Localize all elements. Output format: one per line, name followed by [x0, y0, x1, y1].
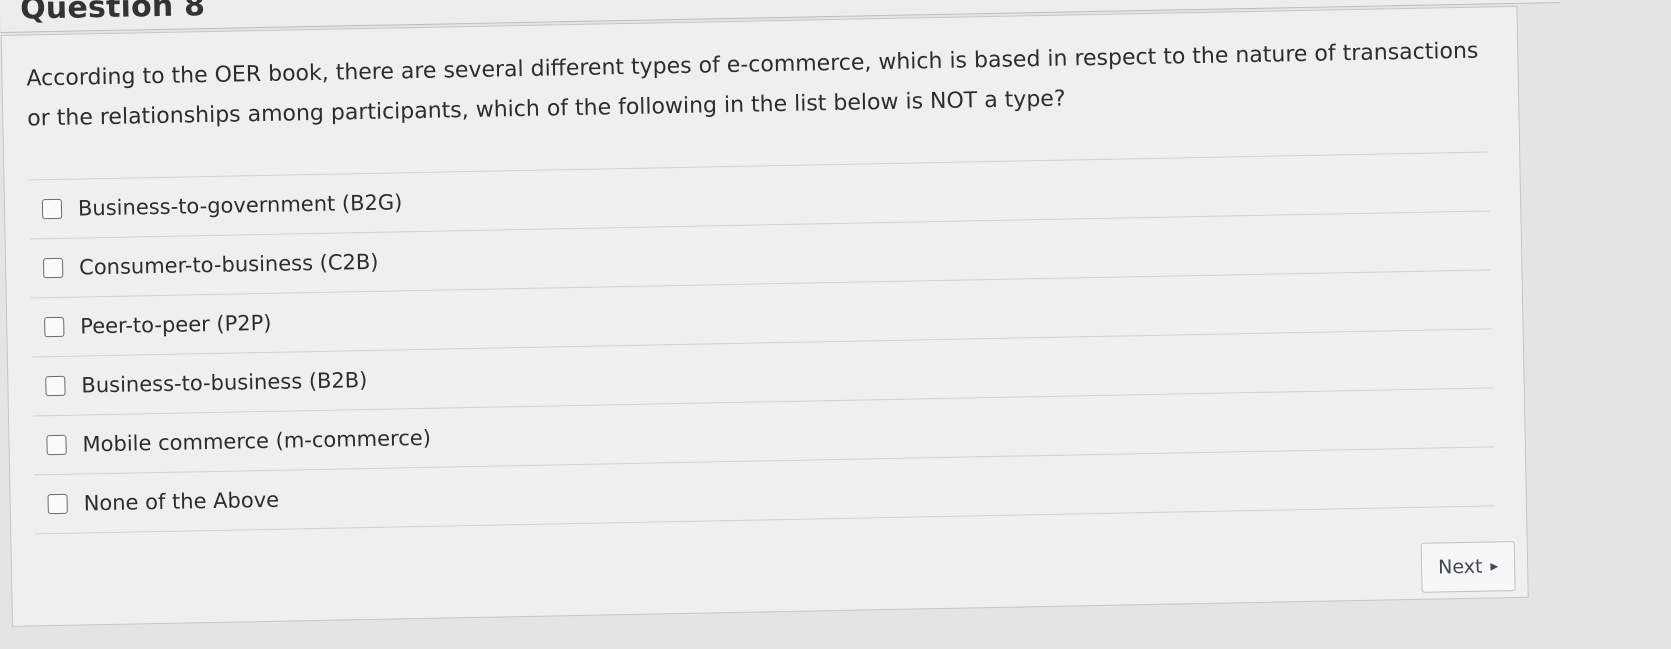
- checkbox[interactable]: [44, 316, 65, 338]
- answer-label: Consumer-to-business (C2B): [78, 249, 379, 280]
- question-title: Question 8: [19, 0, 206, 27]
- answer-list: Business-to-government (B2G) Consumer-to…: [28, 151, 1495, 535]
- next-label: Next: [1437, 555, 1483, 579]
- checkbox[interactable]: [42, 257, 64, 279]
- next-button[interactable]: Next ▶: [1420, 541, 1516, 593]
- answer-label: Peer-to-peer (P2P): [80, 310, 272, 339]
- answer-label: Mobile commerce (m-commerce): [82, 425, 432, 457]
- checkbox[interactable]: [41, 198, 63, 220]
- answer-label: Business-to-government (B2G): [77, 190, 403, 221]
- answer-label: Business-to-business (B2B): [81, 368, 368, 398]
- answer-label: None of the Above: [83, 487, 280, 516]
- checkbox[interactable]: [45, 375, 66, 397]
- play-right-icon: ▶: [1490, 560, 1499, 572]
- quiz-stage: Question 8 According to the OER book, th…: [0, 0, 1671, 649]
- checkbox[interactable]: [46, 434, 67, 456]
- checkbox[interactable]: [47, 493, 68, 515]
